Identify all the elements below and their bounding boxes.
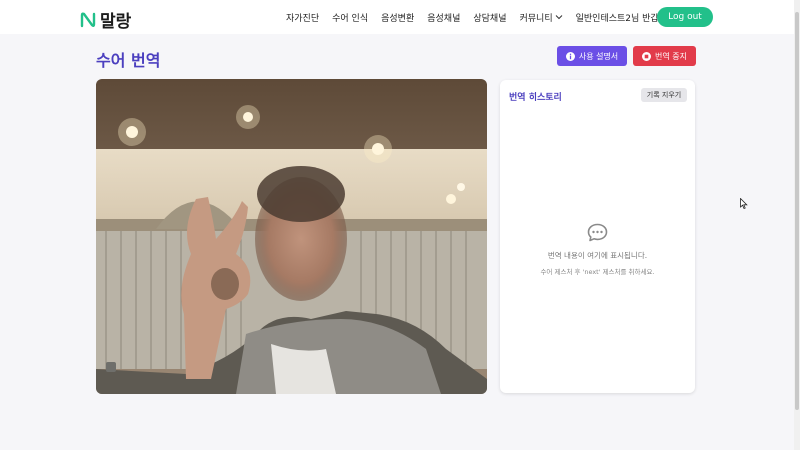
mouse-cursor-icon bbox=[740, 198, 748, 210]
logout-button[interactable]: Log out bbox=[657, 7, 713, 27]
stop-translation-label: 번역 중지 bbox=[655, 51, 687, 61]
main-nav: 자가진단 수어 인식 음성변환 음성채널 상담채널 커뮤니티 일반인테스트2님 … bbox=[286, 0, 684, 34]
logo-text: 말랑 bbox=[100, 12, 132, 32]
scrollbar-thumb[interactable] bbox=[795, 12, 799, 410]
nav-voice-conversion[interactable]: 음성변환 bbox=[381, 11, 414, 24]
translation-history-panel: 번역 히스토리 기록 지우기 번역 내용이 여기에 표시됩니다. 수어 제스처 … bbox=[500, 80, 695, 393]
top-navbar: 말랑 자가진단 수어 인식 음성변환 음성채널 상담채널 커뮤니티 일반인테스트… bbox=[0, 0, 794, 34]
logo[interactable]: 말랑 bbox=[80, 7, 131, 32]
nav-sign-recognition[interactable]: 수어 인식 bbox=[332, 11, 368, 24]
camera-feed-image bbox=[96, 79, 487, 394]
nav-community-dropdown[interactable]: 커뮤니티 bbox=[519, 11, 562, 24]
page-title: 수어 번역 bbox=[96, 51, 161, 70]
page-scrollbar[interactable] bbox=[794, 0, 800, 450]
logo-icon bbox=[80, 11, 96, 27]
camera-feed bbox=[96, 79, 487, 394]
history-empty-message: 번역 내용이 여기에 표시됩니다. bbox=[547, 251, 648, 260]
history-title: 번역 히스토리 bbox=[509, 93, 562, 103]
nav-voice-channel[interactable]: 음성채널 bbox=[427, 11, 460, 24]
chevron-down-icon bbox=[555, 15, 562, 20]
stop-translation-button[interactable]: 번역 중지 bbox=[633, 46, 696, 66]
nav-counseling-channel[interactable]: 상담채널 bbox=[473, 11, 506, 24]
clear-history-button[interactable]: 기록 지우기 bbox=[641, 88, 687, 102]
nav-self-diagnosis[interactable]: 자가진단 bbox=[286, 11, 319, 24]
nav-community-label: 커뮤니티 bbox=[519, 13, 553, 24]
user-guide-button[interactable]: 사용 설명서 bbox=[557, 46, 627, 66]
chat-bubble-icon bbox=[587, 223, 608, 242]
info-icon bbox=[565, 51, 575, 61]
stop-icon bbox=[642, 51, 651, 61]
history-empty-hint: 수어 제스처 후 'next' 제스처를 취하세요. bbox=[540, 268, 655, 276]
user-guide-label: 사용 설명서 bbox=[578, 51, 619, 61]
